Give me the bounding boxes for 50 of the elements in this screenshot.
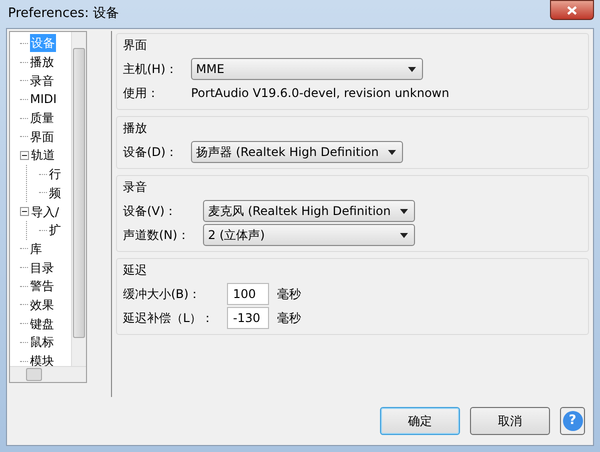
unit-label: 毫秒 [277, 310, 301, 327]
window-title: Preferences: 设备 [7, 5, 119, 24]
tree-item[interactable]: 播放 [30, 53, 54, 72]
tree-item[interactable]: 质量 [30, 109, 54, 128]
tree-item[interactable]: 警告 [30, 277, 54, 296]
caret-icon [400, 232, 408, 238]
field-label: 声道数(N)： [123, 227, 190, 244]
tree-item[interactable]: 行 [49, 165, 61, 184]
group-title: 播放 [123, 120, 148, 137]
tree-item[interactable]: 界面 [30, 128, 54, 146]
caret-icon [408, 66, 416, 72]
caret-icon [400, 208, 408, 214]
tree-item[interactable]: 模块 [30, 352, 54, 370]
field-label: 主机(H)： [123, 61, 178, 78]
dialog-button[interactable]: 确定 [380, 407, 460, 435]
tree-item[interactable]: 键盘 [30, 314, 54, 333]
close-button[interactable] [550, 0, 594, 20]
dropdown[interactable]: MME [191, 58, 423, 80]
dropdown[interactable]: 麦克风 (Realtek High Definition [203, 200, 415, 222]
tree-item[interactable]: 频 [49, 184, 61, 202]
input-field[interactable]: 100 [227, 283, 269, 305]
horizontal-scrollbar[interactable] [10, 366, 86, 382]
field-label: 设备(D)： [123, 144, 179, 161]
tree-item[interactable]: 库 [30, 240, 42, 258]
tree-item[interactable]: 导入/ [31, 202, 60, 221]
tree-item[interactable]: 轨道 [31, 146, 55, 164]
vertical-scrollbar[interactable] [71, 32, 86, 368]
group-title: 延迟 [123, 262, 148, 279]
field-label: 缓冲大小(B)： [123, 286, 202, 303]
tree-item[interactable]: MIDI [30, 90, 57, 108]
field-label: 使用： [123, 85, 160, 102]
tree-item[interactable]: 效果 [30, 296, 54, 314]
tree-item[interactable]: 扩 [49, 221, 61, 240]
unit-label: 毫秒 [277, 286, 301, 303]
group-title: 录音 [123, 179, 148, 196]
caret-icon [388, 150, 396, 154]
dropdown[interactable]: 2 (立体声) [203, 224, 415, 246]
input-field[interactable]: -130 [227, 307, 269, 329]
tree-item[interactable]: 目录 [30, 258, 54, 277]
dialog-button[interactable]: 取消 [470, 407, 550, 435]
info-text: PortAudio V19.6.0-devel, revision unknown [191, 85, 450, 102]
group-title: 界面 [123, 37, 148, 54]
field-label: 延迟补偿（L）： [123, 310, 215, 327]
close-icon [567, 6, 577, 14]
collapse-toggle-icon[interactable] [20, 150, 29, 160]
tree-item[interactable]: 鼠标 [30, 333, 54, 352]
dropdown[interactable]: 扬声器 (Realtek High Definition [191, 141, 403, 163]
tree-item[interactable]: 录音 [30, 72, 54, 90]
collapse-toggle-icon[interactable] [20, 207, 29, 216]
field-label: 设备(V)： [123, 203, 178, 220]
